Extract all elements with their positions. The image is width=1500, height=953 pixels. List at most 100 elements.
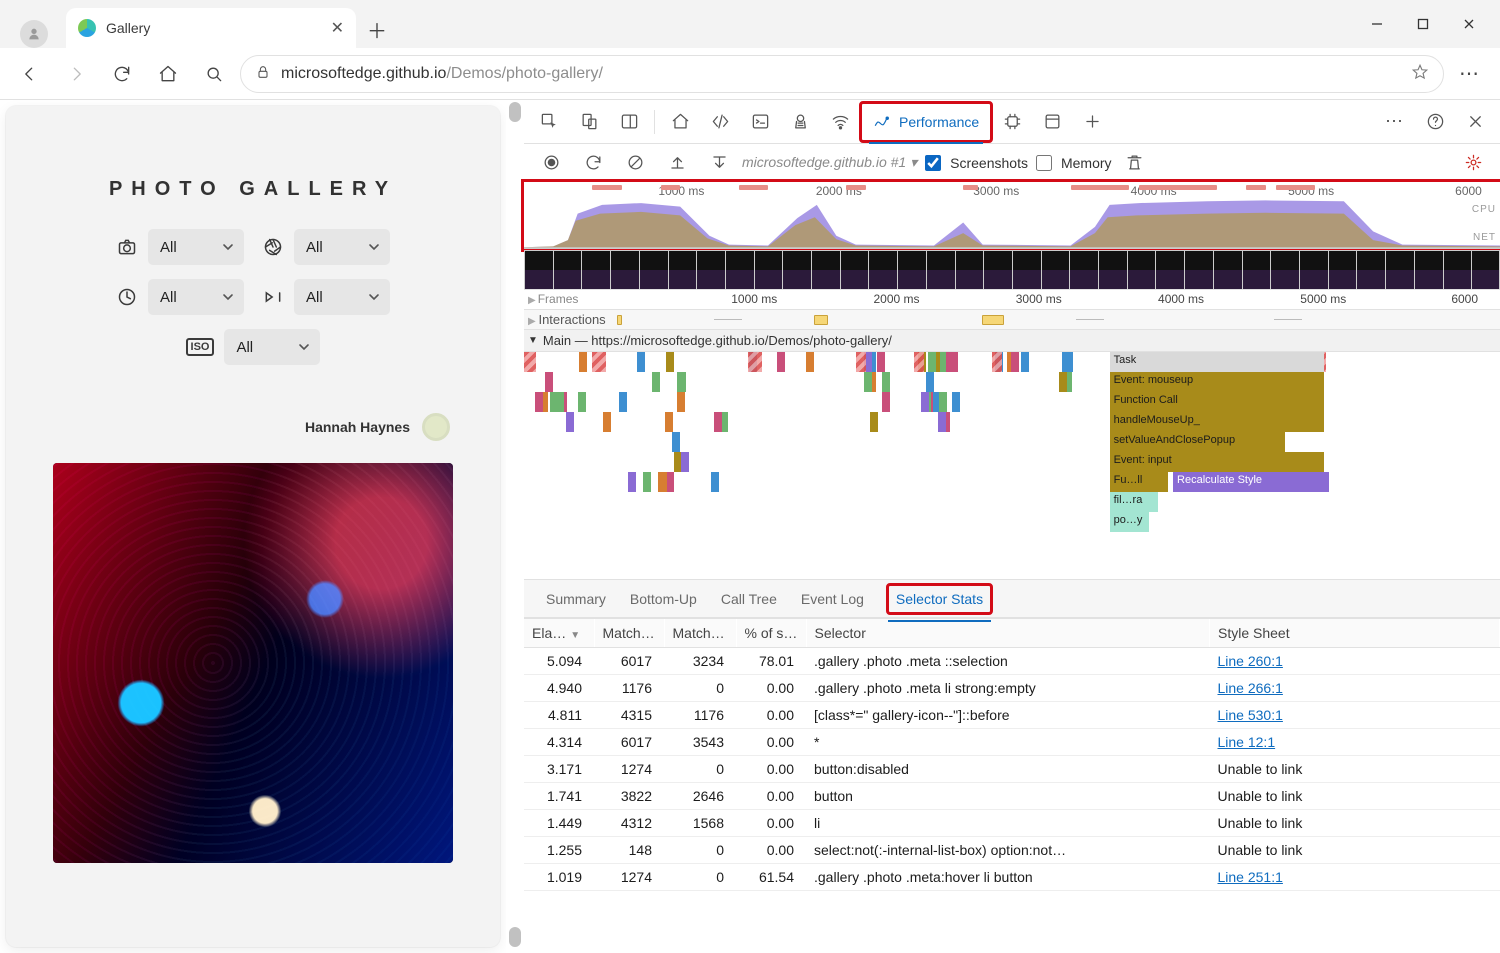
details-tab-summary[interactable]: Summary — [546, 591, 606, 607]
flame-entry[interactable]: po…y — [1110, 512, 1149, 532]
site-info-lock-icon[interactable] — [255, 64, 271, 83]
column-header[interactable]: Ela…▼ — [524, 619, 594, 648]
page-scrollbar[interactable] — [506, 100, 524, 953]
author-avatar[interactable] — [422, 413, 450, 441]
screenshot-thumb[interactable] — [1012, 250, 1041, 290]
screenshot-thumb[interactable] — [1155, 250, 1184, 290]
welcome-tab-icon[interactable] — [661, 103, 699, 141]
stylesheet-link[interactable]: Line 12:1 — [1218, 734, 1276, 750]
inspect-element-icon[interactable] — [530, 103, 568, 141]
cpu-overview[interactable]: 1000 ms2000 ms3000 ms4000 ms5000 ms6000 … — [524, 182, 1500, 250]
main-thread-header[interactable]: ▼Main — https://microsoftedge.github.io/… — [524, 330, 1500, 352]
address-bar[interactable]: microsoftedge.github.io/Demos/photo-gall… — [240, 55, 1444, 93]
flame-entry[interactable]: Function Call — [1110, 392, 1325, 412]
collect-garbage-icon[interactable] — [1116, 144, 1154, 182]
table-row[interactable]: 1.741382226460.00buttonUnable to link — [524, 783, 1500, 810]
screenshot-thumb[interactable] — [725, 250, 754, 290]
filter-focal[interactable]: All — [294, 279, 390, 315]
nav-home[interactable] — [148, 54, 188, 94]
column-header[interactable]: % of sl… — [736, 619, 806, 648]
filter-camera[interactable]: All — [148, 229, 244, 265]
flame-entry[interactable]: fil…ra — [1110, 492, 1159, 512]
dock-side-icon[interactable] — [610, 103, 648, 141]
more-tabs-icon[interactable] — [1073, 103, 1111, 141]
column-header[interactable]: Style Sheet — [1210, 619, 1500, 648]
screenshot-thumb[interactable] — [868, 250, 897, 290]
capture-settings-icon[interactable] — [1454, 144, 1492, 182]
screenshot-thumb[interactable] — [696, 250, 725, 290]
screenshot-thumb[interactable] — [897, 250, 926, 290]
table-row[interactable]: 4.811431511760.00[class*=" gallery-icon-… — [524, 702, 1500, 729]
flame-entry[interactable]: Event: input — [1110, 452, 1325, 472]
screenshot-thumb[interactable] — [581, 250, 610, 290]
screenshot-thumb[interactable] — [1328, 250, 1357, 290]
screenshot-thumb[interactable] — [955, 250, 984, 290]
screenshot-thumb[interactable] — [754, 250, 783, 290]
profile-avatar[interactable] — [20, 20, 48, 48]
screenshot-thumb[interactable] — [553, 250, 582, 290]
clear-button[interactable] — [616, 144, 654, 182]
screenshot-thumb[interactable] — [1041, 250, 1070, 290]
nav-refresh[interactable] — [102, 54, 142, 94]
table-row[interactable]: 4.314601735430.00*Line 12:1 — [524, 729, 1500, 756]
load-profile-button[interactable] — [658, 144, 696, 182]
screenshot-thumb[interactable] — [926, 250, 955, 290]
gallery-photo[interactable] — [53, 463, 453, 863]
record-button[interactable] — [532, 144, 570, 182]
device-emulation-icon[interactable] — [570, 103, 608, 141]
memory-tab-icon[interactable] — [993, 103, 1031, 141]
stylesheet-link[interactable]: Line 266:1 — [1218, 680, 1283, 696]
flame-entry[interactable]: Task — [1110, 352, 1325, 372]
stylesheet-link[interactable]: Line 530:1 — [1218, 707, 1283, 723]
screenshot-thumb[interactable] — [1098, 250, 1127, 290]
column-header[interactable]: Match … — [664, 619, 736, 648]
devtools-help-icon[interactable] — [1416, 103, 1454, 141]
screenshot-thumb[interactable] — [840, 250, 869, 290]
frames-track[interactable]: ▶Frames 1000 ms2000 ms3000 ms4000 ms5000… — [524, 290, 1500, 310]
devtools-more-icon[interactable]: ⋯ — [1376, 103, 1414, 141]
table-row[interactable]: 1.0191274061.54.gallery .photo .meta:hov… — [524, 864, 1500, 891]
screenshot-thumb[interactable] — [1127, 250, 1156, 290]
flame-entry[interactable]: Event: mouseup — [1110, 372, 1325, 392]
screenshot-thumb[interactable] — [1385, 250, 1414, 290]
sources-tab-icon[interactable] — [781, 103, 819, 141]
screenshot-thumb[interactable] — [1414, 250, 1443, 290]
memory-checkbox[interactable]: Memory — [1032, 152, 1112, 174]
table-row[interactable]: 1.449431215680.00liUnable to link — [524, 810, 1500, 837]
stylesheet-link[interactable]: Line 260:1 — [1218, 653, 1283, 669]
table-row[interactable]: 3.171127400.00button:disabledUnable to l… — [524, 756, 1500, 783]
browser-tab[interactable]: Gallery ✕ — [66, 8, 356, 48]
flame-entry[interactable]: handleMouseUp_ — [1110, 412, 1325, 432]
details-tab-bottom-up[interactable]: Bottom-Up — [630, 591, 697, 607]
window-maximize[interactable] — [1400, 8, 1446, 40]
window-minimize[interactable] — [1354, 8, 1400, 40]
screenshot-thumb[interactable] — [1356, 250, 1385, 290]
filter-exposure[interactable]: All — [148, 279, 244, 315]
details-tab-selector-stats[interactable]: Selector Stats — [888, 585, 991, 613]
flame-entry[interactable]: Fu…ll — [1110, 472, 1169, 492]
filter-aperture[interactable]: All — [294, 229, 390, 265]
selector-stats-table[interactable]: Ela…▼Match …Match …% of sl…SelectorStyle… — [524, 618, 1500, 953]
network-tab-icon[interactable] — [821, 103, 859, 141]
stylesheet-link[interactable]: Line 251:1 — [1218, 869, 1283, 885]
table-row[interactable]: 5.0946017323478.01.gallery .photo .meta … — [524, 648, 1500, 675]
interactions-track[interactable]: ▶ Interactions — [524, 310, 1500, 330]
screenshot-thumb[interactable] — [1184, 250, 1213, 290]
details-tab-call-tree[interactable]: Call Tree — [721, 591, 777, 607]
application-tab-icon[interactable] — [1033, 103, 1071, 141]
screenshot-thumb[interactable] — [668, 250, 697, 290]
screenshot-thumb[interactable] — [1213, 250, 1242, 290]
new-tab-button[interactable]: ＋ — [360, 12, 394, 46]
flame-entry[interactable]: Recalculate Style — [1173, 472, 1329, 492]
screenshot-thumb[interactable] — [811, 250, 840, 290]
window-close[interactable] — [1446, 8, 1492, 40]
screenshot-thumb[interactable] — [1299, 250, 1328, 290]
screenshot-thumb[interactable] — [1270, 250, 1299, 290]
screenshot-thumb[interactable] — [639, 250, 668, 290]
nav-back[interactable] — [10, 54, 50, 94]
column-header[interactable]: Match … — [594, 619, 664, 648]
details-tab-event-log[interactable]: Event Log — [801, 591, 864, 607]
screenshot-thumb[interactable] — [983, 250, 1012, 290]
screenshot-thumb[interactable] — [1069, 250, 1098, 290]
screenshot-thumb[interactable] — [1443, 250, 1472, 290]
